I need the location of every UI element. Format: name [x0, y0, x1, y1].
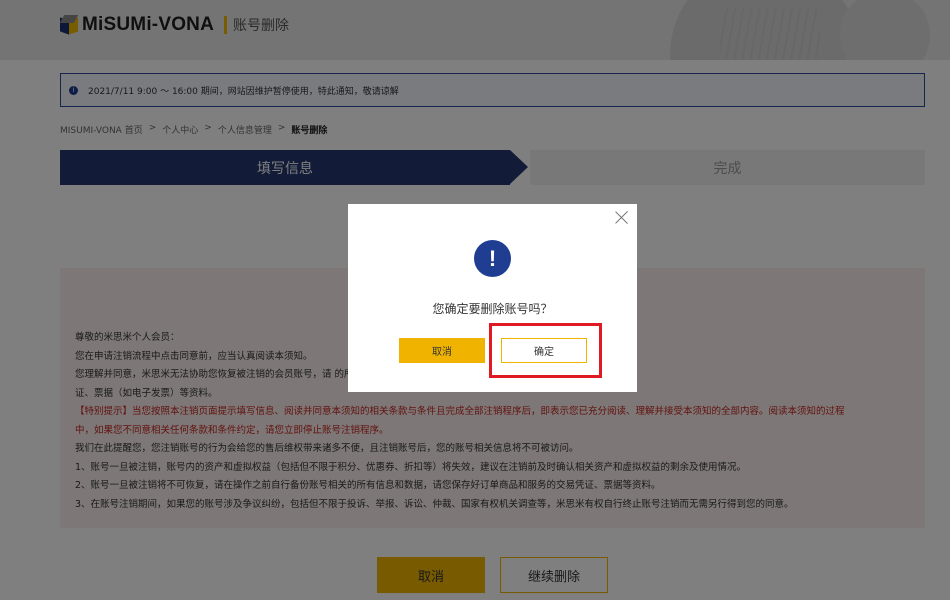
close-icon[interactable] — [615, 210, 629, 224]
dialog-cancel-button[interactable]: 取消 — [399, 338, 485, 363]
exclamation-icon: ! — [474, 240, 511, 277]
highlight-box — [489, 323, 602, 378]
dialog-message: 您确定要删除账号吗？ — [432, 302, 553, 316]
